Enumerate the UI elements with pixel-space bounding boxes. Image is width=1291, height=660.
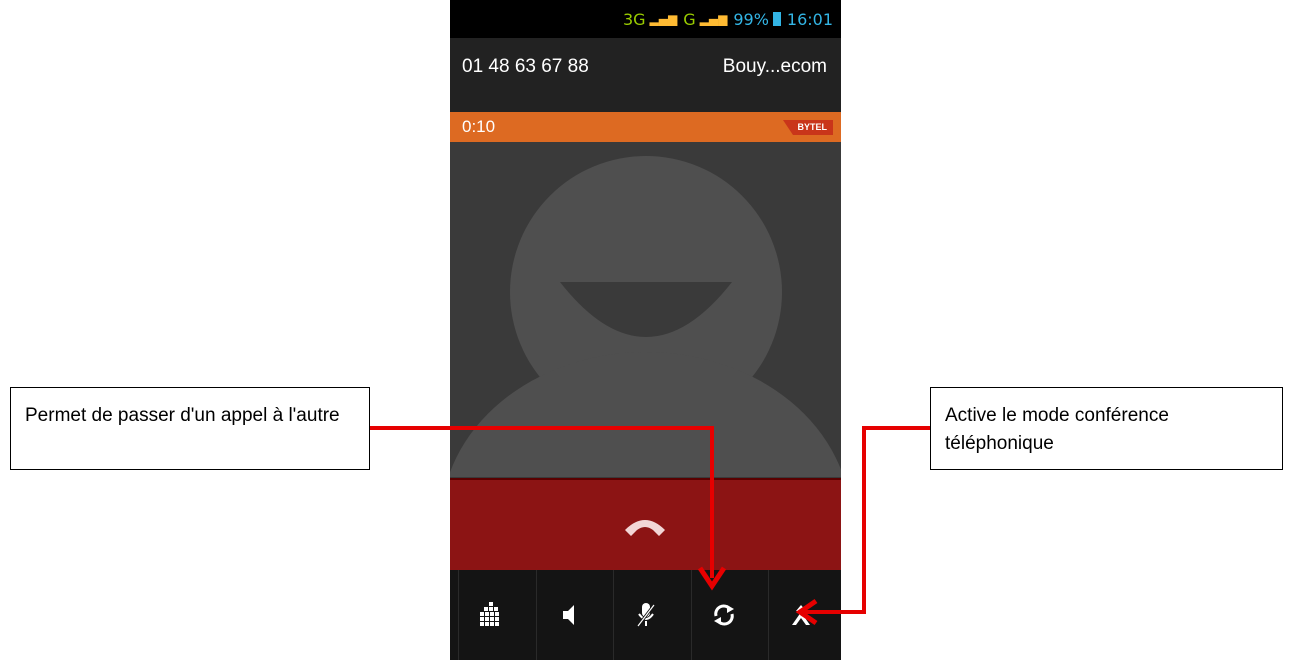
- caller-number: 01 48 63 67 88: [462, 56, 589, 77]
- status-bar: 3G ▂▄▆ G ▂▄▆ 99% 16:01: [450, 0, 841, 38]
- phone-screen: 3G ▂▄▆ G ▂▄▆ 99% 16:01 01 48 63 67 88 Bo…: [450, 0, 841, 660]
- battery-icon: [772, 12, 781, 26]
- clock: 16:01: [786, 9, 833, 29]
- call-timer-bar: 0:10 BYTEL: [450, 112, 841, 142]
- swap-call-icon: [713, 604, 734, 626]
- signal-icon-2: ▂▄▆: [699, 12, 728, 26]
- mute-icon: [636, 603, 656, 627]
- end-call-button[interactable]: [450, 478, 841, 572]
- mute-button[interactable]: [613, 570, 678, 660]
- caller-info-bar: 01 48 63 67 88 Bouy...ecom: [450, 38, 841, 112]
- network-type-2: G: [683, 9, 696, 29]
- swap-call-button[interactable]: [690, 570, 756, 660]
- call-duration: 0:10: [462, 117, 496, 136]
- network-type: 3G: [622, 9, 646, 29]
- call-controls: [450, 570, 841, 660]
- merge-call-icon: [792, 605, 810, 625]
- battery-percent: 99%: [733, 9, 769, 29]
- end-call-icon: [625, 520, 665, 536]
- operator-name: Bouy...ecom: [722, 56, 827, 77]
- operator-badge: BYTEL: [783, 120, 833, 135]
- dialpad-icon: [480, 602, 499, 626]
- callout-conference-text: Active le mode conférence téléphonique: [945, 405, 1169, 454]
- merge-call-button[interactable]: [768, 570, 833, 660]
- contact-avatar: [450, 142, 841, 660]
- callout-swap-call: Permet de passer d'un appel à l'autre: [10, 387, 370, 470]
- callout-swap-call-text: Permet de passer d'un appel à l'autre: [25, 405, 340, 426]
- callout-conference: Active le mode conférence téléphonique: [930, 387, 1283, 470]
- speaker-button[interactable]: [535, 570, 601, 660]
- signal-icon: ▂▄▆: [649, 12, 678, 26]
- speaker-icon: [562, 605, 574, 625]
- dialpad-button[interactable]: [458, 570, 523, 660]
- default-avatar-icon: [450, 156, 841, 660]
